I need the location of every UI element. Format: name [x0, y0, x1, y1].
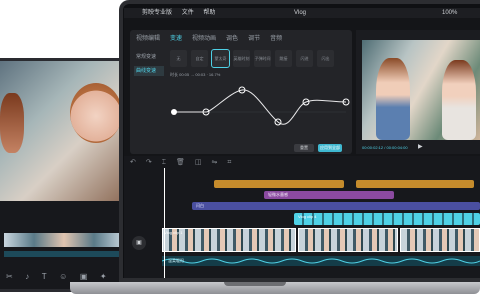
video-clip-2[interactable] — [298, 228, 398, 252]
menu-app[interactable]: 剪映专业版 — [142, 10, 172, 16]
side-curve-speed[interactable]: 曲线变速 — [134, 66, 164, 76]
tab-animation[interactable]: 视频动画 — [192, 32, 216, 46]
speed-presets: 无 自定 蒙太奇 英雄时刻 子弹时间 跳接 闪进 闪出 — [170, 49, 348, 70]
side-normal-speed[interactable]: 常规变速 — [134, 52, 164, 62]
tablet-clip-strip[interactable] — [4, 233, 124, 247]
effect-track-2[interactable] — [356, 180, 474, 188]
editor-app: 剪映专业版 文件 帮助 Vlog 100% 视频编辑 变速 视频动画 调色 调节… — [124, 8, 480, 278]
tab-color[interactable]: 调色 — [226, 32, 238, 46]
speed-mode-list: 常规变速 曲线变速 — [134, 52, 164, 80]
audio-icon[interactable]: ♪ — [25, 272, 29, 281]
preset-custom[interactable]: 自定 — [191, 50, 208, 67]
panel-tabs: 视频编辑 变速 视频动画 调色 调节 音频 — [136, 32, 282, 46]
preset-hero[interactable]: 英雄时刻 — [233, 50, 250, 67]
tablet-photo-person-left — [0, 93, 24, 153]
preview-person-left — [376, 58, 410, 140]
battery-status: 100% — [442, 10, 458, 16]
preset-bullet[interactable]: 子弹时间 — [254, 50, 271, 67]
tab-video-edit[interactable]: 视频编辑 — [136, 32, 160, 46]
curve-point — [171, 109, 177, 115]
split-icon[interactable]: ⌶ — [162, 158, 166, 168]
mirror-icon[interactable]: ⇋ — [211, 158, 217, 168]
preview-timecode: 00:00:02:12 / 00:00:04:00 — [362, 145, 408, 150]
laptop-notch — [224, 282, 286, 286]
play-icon[interactable]: ▶ — [418, 143, 423, 150]
main-video-track — [162, 228, 480, 252]
preview-person-right — [442, 60, 476, 140]
preset-none[interactable]: 无 — [170, 50, 187, 67]
timeline-ruler — [160, 170, 480, 176]
cover-button[interactable]: ▣ — [132, 236, 146, 250]
duration-readout: 时长 00:05 → 00:03 · 16.7% — [170, 72, 221, 77]
tablet-device: ✂ ♪ T ☺ ▣ ✦ ◐ — [0, 58, 131, 292]
tab-speed[interactable]: 变速 — [170, 32, 182, 46]
preset-flash-in[interactable]: 闪进 — [296, 50, 313, 67]
crop-icon[interactable]: ⌗ — [227, 158, 231, 168]
redo-icon[interactable]: ↷ — [146, 158, 152, 168]
effect-track-1[interactable] — [214, 180, 344, 188]
preset-jump[interactable]: 跳接 — [275, 50, 292, 67]
menu-bar: 剪映专业版 文件 帮助 Vlog 100% — [124, 8, 480, 18]
tablet-photo-person-right — [70, 83, 122, 143]
transition-track[interactable]: 闪白 — [192, 202, 480, 210]
audio-label: 温柔暖阳 — [168, 258, 184, 263]
effect-icon[interactable]: ✦ — [100, 272, 107, 281]
tab-audio[interactable]: 音频 — [270, 32, 282, 46]
apply-all-button[interactable]: 应用到全部 — [318, 144, 342, 152]
menu-help[interactable]: 帮助 — [203, 10, 215, 16]
pip-icon[interactable]: ▣ — [80, 272, 88, 281]
filter-track[interactable]: 轻微水墨感 — [264, 191, 394, 199]
clip-label: Vlog clip 1 — [164, 230, 183, 235]
freeze-icon[interactable]: ◫ — [195, 158, 202, 168]
timeline-toolbar: ↶ ↷ ⌶ 🗑 ◫ ⇋ ⌗ — [130, 158, 231, 168]
delete-icon[interactable]: 🗑 — [176, 158, 185, 168]
audio-track[interactable] — [162, 256, 480, 266]
preview-player: 00:00:02:12 / 00:00:04:00 ▶ — [356, 30, 480, 154]
tab-adjust[interactable]: 调节 — [248, 32, 260, 46]
timeline: ↶ ↷ ⌶ 🗑 ◫ ⇋ ⌗ 轻微水墨感 闪白 Vlog clip 4 ▣ Vlo… — [124, 156, 480, 278]
sticker-icon[interactable]: ☺ — [59, 272, 67, 281]
audio-waveform — [162, 258, 480, 264]
text-icon[interactable]: T — [42, 272, 47, 281]
window-title: Vlog — [294, 10, 307, 16]
reset-button[interactable]: 重置 — [294, 144, 314, 152]
playhead[interactable] — [164, 168, 165, 278]
tablet-audio-track[interactable] — [4, 251, 124, 257]
undo-icon[interactable]: ↶ — [130, 158, 136, 168]
preset-flash-out[interactable]: 闪出 — [317, 50, 334, 67]
preset-montage[interactable]: 蒙太奇 — [211, 49, 230, 68]
video-clip-3[interactable] — [400, 228, 480, 252]
tablet-bottom-icons: ✂ ♪ T ☺ ▣ ✦ ◐ — [6, 269, 124, 283]
speed-panel: 视频编辑 变速 视频动画 调色 调节 音频 常规变速 曲线变速 无 自定 蒙太奇… — [130, 30, 352, 154]
menu-file[interactable]: 文件 — [182, 10, 194, 16]
overlay-clip-track[interactable]: Vlog clip 4 — [294, 213, 480, 225]
cut-icon[interactable]: ✂ — [6, 272, 13, 281]
speed-curve-graph[interactable] — [170, 82, 350, 142]
